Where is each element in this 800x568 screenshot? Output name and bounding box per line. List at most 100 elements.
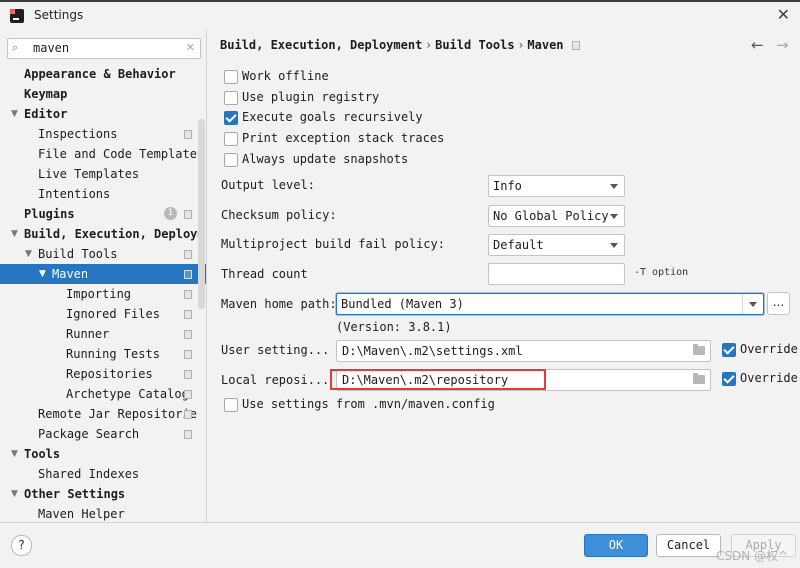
ok-button[interactable]: OK	[584, 534, 648, 557]
sidebar-item-live-templates[interactable]: Live Templates	[0, 164, 206, 184]
forward-arrow-icon[interactable]: →	[776, 36, 789, 54]
user-settings-override-checkbox[interactable]	[722, 343, 736, 357]
thread-count-input[interactable]	[488, 263, 625, 285]
sidebar-scrollbar[interactable]	[198, 119, 205, 309]
sidebar-item-build-execution-deploym[interactable]: ▼ Build, Execution, Deploym	[0, 224, 206, 244]
maven-home-path-label: Maven home path:	[221, 297, 337, 311]
sidebar-item-shared-indexes[interactable]: Shared Indexes	[0, 464, 206, 484]
close-icon[interactable]: ✕	[777, 5, 790, 24]
sidebar-item-inspections[interactable]: Inspections	[0, 124, 206, 144]
sidebar-item-ignored-files[interactable]: Ignored Files	[0, 304, 206, 324]
sidebar-item-maven-helper[interactable]: Maven Helper	[0, 504, 206, 524]
folder-icon[interactable]	[693, 373, 705, 384]
chevron-down-icon[interactable]: ▼	[11, 444, 18, 464]
sidebar-item-running-tests[interactable]: Running Tests	[0, 344, 206, 364]
chevron-down-icon[interactable]: ▼	[39, 264, 46, 284]
project-scope-icon	[184, 390, 192, 399]
print-exception-stack-traces-checkbox[interactable]	[224, 132, 238, 146]
sidebar-item-maven[interactable]: ▼ Maven	[0, 264, 206, 284]
project-scope-icon	[184, 370, 192, 379]
maven-settings-panel: Build, Execution, Deployment › Build Tools…	[207, 29, 800, 522]
sidebar-item-file-and-code-templates[interactable]: File and Code Templates	[0, 144, 206, 164]
sidebar-item-build-tools[interactable]: ▼ Build Tools	[0, 244, 206, 264]
chevron-down-icon	[610, 243, 618, 248]
override-label: Override	[740, 371, 798, 385]
chevron-down-icon[interactable]	[749, 302, 757, 307]
always-update-snapshots-checkbox[interactable]	[224, 153, 238, 167]
sidebar-item-label: Editor	[24, 107, 68, 121]
output-level-dropdown[interactable]: Info	[488, 175, 625, 197]
chevron-down-icon[interactable]: ▼	[11, 104, 18, 124]
combo-divider	[742, 294, 743, 314]
project-scope-icon	[184, 130, 192, 139]
folder-icon[interactable]	[693, 344, 705, 355]
use-mvn-config-checkbox[interactable]	[224, 398, 238, 412]
multiproject-fail-policy-value: Default	[493, 238, 544, 252]
sidebar-item-label: Keymap	[24, 87, 68, 101]
project-scope-icon	[184, 290, 192, 299]
chevron-down-icon[interactable]: ▼	[25, 244, 32, 264]
work-offline-checkbox[interactable]	[224, 70, 238, 84]
sidebar-item-label: Running Tests	[66, 347, 160, 361]
project-scope-icon	[184, 410, 192, 419]
sidebar-item-label: Ignored Files	[66, 307, 160, 321]
checkbox-label: Work offline	[242, 69, 329, 83]
sidebar-item-label: Shared Indexes	[38, 467, 140, 481]
sidebar-item-label: Build Tools	[38, 247, 118, 261]
sidebar-item-label: Tools	[24, 447, 61, 461]
sidebar-item-label: Runner	[66, 327, 110, 341]
user-settings-file-field[interactable]: D:\Maven\.m2\settings.xml	[336, 340, 711, 362]
chevron-down-icon[interactable]: ▼	[11, 224, 18, 244]
use-plugin-registry-checkbox[interactable]	[224, 91, 238, 105]
cancel-button[interactable]: Cancel	[656, 534, 721, 557]
checksum-policy-dropdown[interactable]: No Global Policy	[488, 205, 625, 227]
output-level-value: Info	[493, 179, 522, 193]
checksum-policy-label: Checksum policy:	[221, 208, 337, 222]
back-arrow-icon[interactable]: ←	[751, 36, 764, 54]
sidebar-item-remote-jar-repositorie[interactable]: Remote Jar Repositorie	[0, 404, 206, 424]
project-scope-icon	[184, 270, 192, 279]
sidebar-item-label: Importing	[66, 287, 132, 301]
maven-version-text: (Version: 3.8.1)	[336, 320, 452, 334]
search-value[interactable]: maven	[33, 41, 69, 55]
sidebar-item-tools[interactable]: ▼ Tools	[0, 444, 206, 464]
sidebar-item-runner[interactable]: Runner	[0, 324, 206, 344]
breadcrumb-item: Maven	[527, 38, 564, 52]
checkbox-label: Print exception stack traces	[242, 131, 445, 145]
help-icon[interactable]: ?	[11, 535, 32, 556]
chevron-down-icon[interactable]: ▼	[11, 484, 18, 504]
project-scope-icon	[184, 310, 192, 319]
checksum-policy-value: No Global Policy	[493, 209, 609, 223]
override-label: Override	[740, 342, 798, 356]
maven-home-path-combo[interactable]: Bundled (Maven 3)	[336, 293, 764, 315]
sidebar-item-label: Live Templates	[38, 167, 140, 181]
clear-search-icon[interactable]: ✕	[186, 41, 195, 54]
sidebar-item-plugins[interactable]: Plugins 1	[0, 204, 206, 224]
user-settings-label: User setting...	[221, 343, 330, 357]
breadcrumb-separator: ›	[426, 38, 432, 52]
sidebar-item-archetype-catalog[interactable]: Archetype Catalog	[0, 384, 206, 404]
sidebar-item-package-search[interactable]: Package Search	[0, 424, 206, 444]
sidebar-item-label: Other Settings	[24, 487, 126, 501]
local-repository-override-checkbox[interactable]	[722, 372, 736, 386]
search-input[interactable]: ⌕ maven ✕	[7, 38, 201, 59]
sidebar-item-editor[interactable]: ▼ Editor	[0, 104, 206, 124]
multiproject-fail-policy-dropdown[interactable]: Default	[488, 234, 625, 256]
thread-count-hint: -T option	[634, 267, 689, 278]
execute-goals-recursively-checkbox[interactable]	[224, 111, 238, 125]
checkbox-label: Use plugin registry	[242, 90, 380, 104]
sidebar-item-label: Intentions	[38, 187, 111, 201]
window-title: Settings	[34, 8, 84, 22]
sidebar-item-importing[interactable]: Importing	[0, 284, 206, 304]
browse-maven-home-button[interactable]: ...	[767, 292, 790, 315]
sidebar-item-intentions[interactable]: Intentions	[0, 184, 206, 204]
sidebar-item-label: File and Code Templates	[38, 147, 205, 161]
watermark: CSDN @权^	[716, 549, 789, 563]
sidebar-item-keymap[interactable]: Keymap	[0, 84, 206, 104]
intellij-logo-icon	[10, 9, 24, 23]
sidebar-item-label: Archetype Catalog	[66, 387, 189, 401]
sidebar-item-appearance-behavior[interactable]: Appearance & Behavior	[0, 64, 206, 84]
sidebar-item-repositories[interactable]: Repositories	[0, 364, 206, 384]
sidebar-item-other-settings[interactable]: ▼ Other Settings	[0, 484, 206, 504]
project-scope-icon	[184, 330, 192, 339]
